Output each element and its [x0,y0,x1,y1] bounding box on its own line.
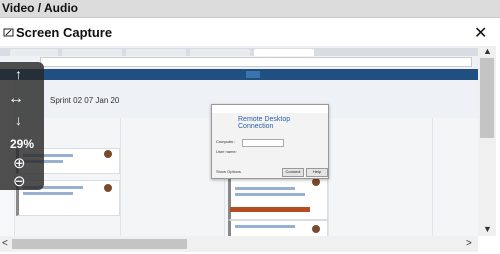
captured-dialog-brand: Remote Desktop Connection [238,116,291,130]
captured-tab-active [254,49,314,56]
captured-avatar [312,178,320,186]
close-button[interactable]: ✕ [474,23,487,43]
captured-connect-button: Connect [282,168,304,177]
captured-progress-bar [230,207,310,212]
zoom-out-button[interactable]: ⊖ [13,172,26,190]
captured-create-button [246,71,260,78]
captured-dialog-titlebar [212,105,328,113]
captured-username-label: User name: [216,149,237,154]
captured-avatar [312,225,320,233]
scroll-right-button[interactable]: > [466,238,472,249]
scroll-left-button[interactable]: < [2,238,8,249]
captured-avatar [104,184,112,192]
viewer-controls: ↑ ↔ ↓ 29% ⊕ ⊖ [0,62,44,190]
dialog-title: Screen Capture [16,25,113,40]
scroll-up-button[interactable]: ▲ [483,46,492,56]
captured-tab [126,49,186,56]
captured-column [432,118,479,236]
vertical-scroll-thumb[interactable] [480,58,494,138]
captured-app-nav [0,69,478,80]
captured-column [120,118,225,236]
section-title: Video / Audio [2,1,79,15]
zoom-level: 29% [10,137,35,151]
dialog-titlebar: Screen Capture ✕ [0,24,500,44]
captured-remote-desktop-dialog: Remote Desktop Connection Computer: User… [211,104,329,179]
captured-browser-tabs [0,48,478,56]
horizontal-scrollbar[interactable]: < > [0,236,478,252]
zoom-in-button[interactable]: ⊕ [13,154,26,172]
captured-computer-field [242,139,284,147]
section-header: Video / Audio [0,0,500,18]
captured-tab [62,49,122,56]
pan-down-button[interactable]: ↓ [15,112,22,128]
captured-computer-label: Computer: [216,139,235,144]
scroll-down-button[interactable]: ▼ [483,224,492,234]
captured-column [328,118,433,236]
captured-url-bar [40,57,472,67]
horizontal-scroll-thumb[interactable] [12,239,187,249]
captured-avatar [104,150,112,158]
captured-tab [10,49,58,56]
vertical-scrollbar[interactable]: ▲ ▼ [478,46,496,236]
captured-help-button: Help [306,168,328,177]
captured-board-title: Sprint 02 07 Jan 20 [50,96,120,105]
pan-up-button[interactable]: ↑ [15,66,22,82]
screen-capture-icon [3,28,14,37]
captured-show-options: Show Options [216,169,241,174]
pan-horizontal-button[interactable]: ↔ [8,90,24,108]
captured-tab [190,49,250,56]
